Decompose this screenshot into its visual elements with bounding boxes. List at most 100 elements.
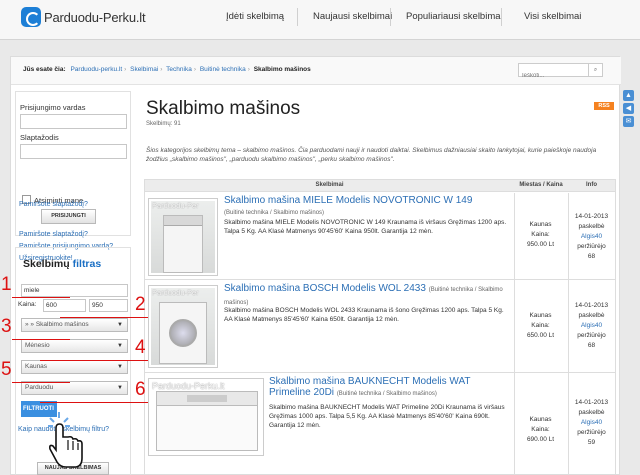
site-logo[interactable]: Parduodu-Perku.lt <box>21 7 146 27</box>
ad-location-price: Kaunas Kaina: 690.00 Lt <box>514 415 567 445</box>
table-row[interactable]: Parduodu-Per Skalbimo mašina MIELE Model… <box>145 193 615 280</box>
ad-location-price: Kaunas Kaina: 650.00 Lt <box>514 311 567 341</box>
ad-price: 950.00 Lt <box>526 241 555 248</box>
breadcrumb-ads[interactable]: Skelbimai <box>130 66 158 73</box>
login-button[interactable]: PRISIJUNGTI <box>41 209 96 224</box>
callout-line <box>12 382 70 383</box>
ad-views: 59 <box>587 439 596 446</box>
price-max-input[interactable]: 950 <box>89 299 128 312</box>
top-bar: Parduodu-Perku.lt Įdėti skelbimą Naujaus… <box>0 0 640 40</box>
ad-date: 14-01-2013 <box>574 302 609 309</box>
ad-thumbnail[interactable]: Parduodu-Perku.lt <box>148 378 264 456</box>
ad-text: Skalbimo mašina BAUKNECHT Modelis WAT Pr… <box>269 404 505 429</box>
thumbnail-watermark: Parduodu-Per <box>152 201 199 210</box>
washing-machine-image <box>159 302 207 364</box>
ad-posted-label: paskelbė <box>578 312 605 319</box>
chevron-down-icon: ▼ <box>117 343 123 349</box>
nav-item-popular[interactable]: Populiariausi skelbimai <box>390 8 503 26</box>
ad-text: Skalbimo mašina BOSCH Modelis WOL 2433 K… <box>224 307 504 323</box>
category-select[interactable]: » » Skalbimo mašinos ▼ <box>21 318 128 332</box>
ad-info: 14-01-2013 paskelbė Algis40 peržiūrėjo 6… <box>568 212 615 262</box>
month-select-value: Mėnesio <box>25 342 50 349</box>
ad-thumbnail[interactable]: Parduodu-Per <box>148 285 218 368</box>
rss-button[interactable]: RSS <box>594 102 614 110</box>
login-box: Prisijungimo vardas Slaptažodis Atsimint… <box>15 91 131 236</box>
ad-title-link[interactable]: Skalbimo mašina MIELE Modelis NOVOTRONIC… <box>224 195 509 219</box>
city-select-value: Kaunas <box>25 363 48 370</box>
ads-table: Skelbimai Miestas / Kaina Info Parduodu-… <box>144 179 616 475</box>
breadcrumb-household[interactable]: Buitinė technika <box>200 66 246 73</box>
search-icon[interactable]: ⌕ <box>588 64 602 76</box>
nav-item-add-ad[interactable]: Įdėti skelbimą <box>212 8 297 26</box>
header-ads: Skelbimai <box>315 182 344 188</box>
ad-price-label: Kaina: <box>531 322 550 329</box>
breadcrumb-sep: › <box>160 66 163 73</box>
nav-item-newest[interactable]: Naujausi skelbimai <box>297 8 392 26</box>
callout-number: 1 <box>1 274 12 295</box>
washing-machine-image <box>156 391 258 451</box>
city-select[interactable]: Kaunas ▼ <box>21 360 128 374</box>
price-label: Kaina: <box>18 301 37 308</box>
ad-price: 690.00 Lt <box>526 436 555 443</box>
ad-views-label: peržiūrėjo <box>577 332 606 339</box>
breadcrumb: Jūs esate čia: Parduodu-perku.lt › Skelbi… <box>23 66 311 73</box>
ad-location-price: Kaunas Kaina: 950.00 Lt <box>514 220 567 250</box>
ad-user-link[interactable]: Algis40 <box>581 233 602 240</box>
forgot-password-link[interactable]: Pamiršote slaptažodį? <box>19 231 88 238</box>
ad-user-link[interactable]: Algis40 <box>581 419 602 426</box>
breadcrumb-sep: › <box>247 66 250 73</box>
password-input[interactable] <box>20 144 127 159</box>
crumb-search: ⌕ <box>518 63 603 82</box>
ad-title-text: Skalbimo mašina MIELE Modelis NOVOTRONIC… <box>224 195 473 206</box>
ad-info: 14-01-2013 paskelbė Algis40 peržiūrėjo 5… <box>568 398 615 448</box>
logo-text: Parduodu-Perku.lt <box>44 9 146 25</box>
header-info: Info <box>586 182 597 188</box>
ad-thumbnail[interactable]: Parduodu-Per <box>148 198 218 276</box>
up-arrow-icon[interactable]: ▲ <box>623 90 634 101</box>
breadcrumb-sep: › <box>124 66 127 73</box>
username-input[interactable] <box>20 114 127 129</box>
chevron-down-icon: ▼ <box>117 322 123 328</box>
ad-views-label: peržiūrėjo <box>577 243 606 250</box>
ad-views-label: peržiūrėjo <box>577 429 606 436</box>
type-select[interactable]: Parduodu ▼ <box>21 381 128 395</box>
ad-city: Kaunas <box>529 221 552 228</box>
ad-title-link[interactable]: Skalbimo mašina BAUKNECHT Modelis WAT Pr… <box>269 376 509 400</box>
main-nav: Įdėti skelbimą Naujausi skelbimai Populi… <box>212 8 581 26</box>
breadcrumb-tech[interactable]: Technika <box>166 66 192 73</box>
filter-title-accent: filtras <box>72 258 102 270</box>
logo-icon <box>21 7 41 27</box>
ad-views: 68 <box>587 253 596 260</box>
left-arrow-icon[interactable]: ◀ <box>623 103 634 114</box>
ad-user-link[interactable]: Algis40 <box>581 322 602 329</box>
forgot-password-link[interactable]: Pamiršote slaptažodį? <box>19 201 88 208</box>
callout-line <box>12 297 70 298</box>
filter-title: Skelbimų filtras <box>23 258 101 270</box>
header-city-price: Miestas / Kaina <box>519 182 563 188</box>
category-description: Šios kategorijos skelbimų tema – skalbim… <box>146 147 597 163</box>
callout-line <box>40 360 148 361</box>
price-min-input[interactable]: 600 <box>43 299 86 312</box>
ad-views: 68 <box>587 342 596 349</box>
comment-icon[interactable]: ✉ <box>623 116 634 127</box>
callout-line <box>40 402 148 403</box>
callout-number: 3 <box>1 316 12 337</box>
table-header: Skelbimai Miestas / Kaina Info <box>145 180 615 192</box>
side-toolbar: ▲ ◀ ✉ <box>623 90 634 129</box>
breadcrumb-bar: Jūs esate čia: Parduodu-perku.lt › Skelbi… <box>11 57 621 85</box>
table-row[interactable]: Parduodu-Perku.lt Skalbimo mašina BAUKNE… <box>145 373 615 475</box>
month-select[interactable]: Mėnesio ▼ <box>21 339 128 353</box>
thumbnail-watermark: Parduodu-Perku.lt <box>152 381 225 391</box>
crumb-search-input[interactable] <box>519 70 587 82</box>
content: Skalbimo mašinos Skelbimų: 91 RSS Šios k… <box>144 85 621 475</box>
ad-posted-label: paskelbė <box>578 223 605 230</box>
keyword-input[interactable]: miele <box>21 284 128 297</box>
ad-info: 14-01-2013 paskelbė Algis40 peržiūrėjo 6… <box>568 301 615 351</box>
nav-item-all[interactable]: Visi skelbimai <box>501 8 581 26</box>
breadcrumb-home[interactable]: Parduodu-perku.lt <box>70 66 122 73</box>
callout-line <box>60 317 148 318</box>
callout-number: 2 <box>135 294 146 315</box>
page-title: Skalbimo mašinos <box>146 98 301 119</box>
table-row[interactable]: Parduodu-Per Skalbimo mašina BOSCH Model… <box>145 280 615 373</box>
ad-category: (Buitinė technika / Skalbimo mašinos) <box>336 391 437 397</box>
